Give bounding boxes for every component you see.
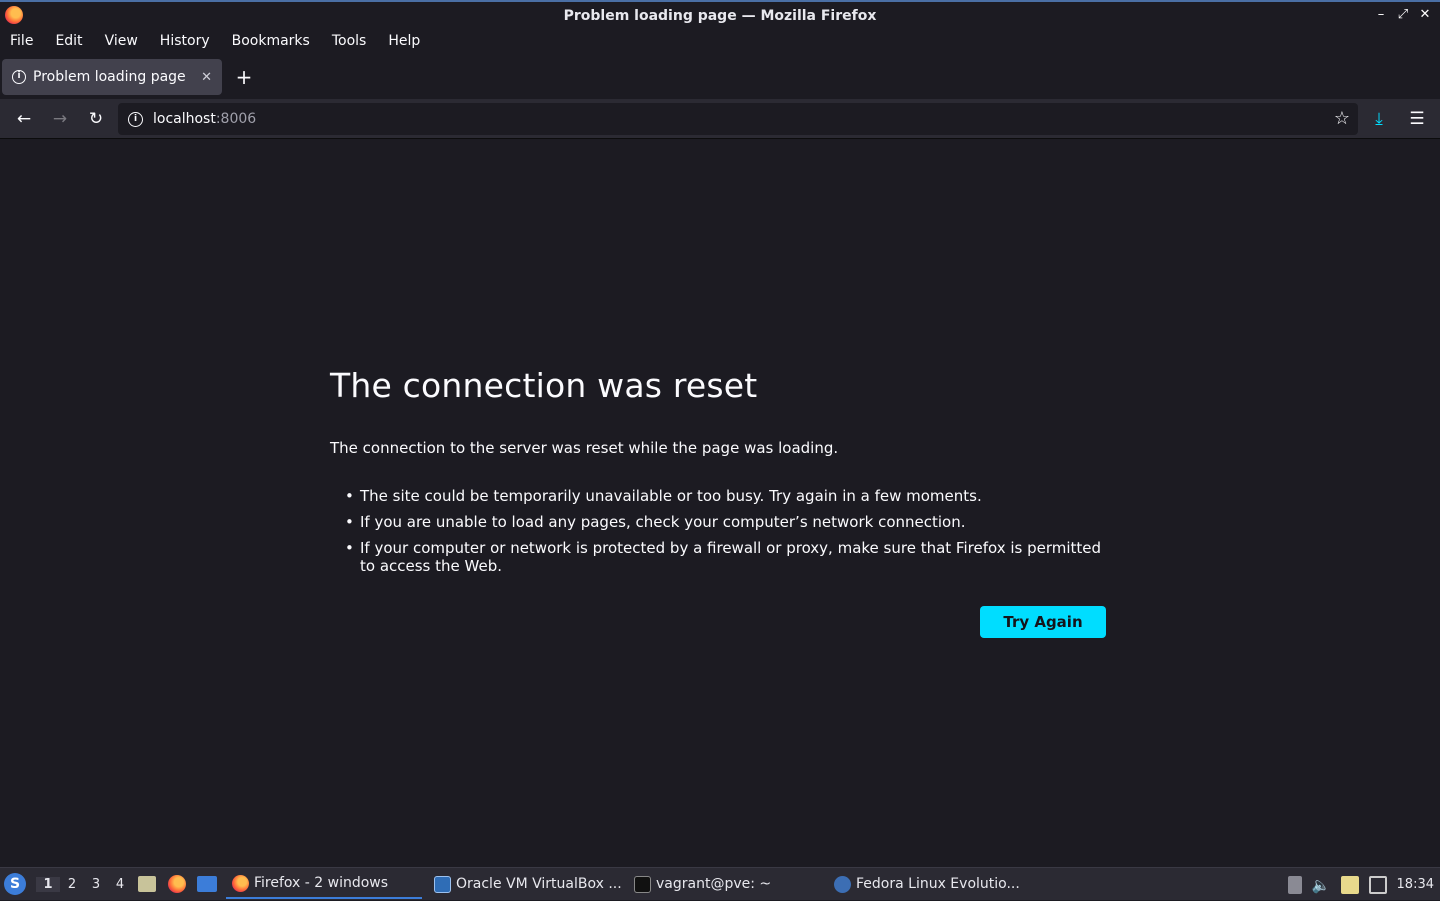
try-again-button[interactable]: Try Again (980, 606, 1106, 638)
close-window-button[interactable]: ✕ (1418, 7, 1432, 23)
task-label: Oracle VM VirtualBox ... (456, 876, 622, 892)
menu-edit[interactable]: Edit (55, 33, 82, 49)
workspace-4[interactable]: 4 (108, 877, 132, 892)
maximize-button[interactable]: ⤢ (1396, 7, 1410, 23)
fedora-icon (834, 875, 851, 893)
workspace-1[interactable]: 1 (36, 876, 60, 892)
url-port: :8006 (215, 111, 257, 127)
window-controls: – ⤢ ✕ (1374, 7, 1432, 23)
workspace-3[interactable]: 3 (84, 877, 108, 892)
task-firefox[interactable]: Firefox - 2 windows (226, 869, 422, 899)
show-desktop-launcher[interactable] (195, 873, 219, 895)
tab-strip: i Problem loading page ✕ + (0, 58, 1440, 96)
firefox-logo-icon (5, 6, 23, 24)
task-label: Fedora Linux Evolutio... (856, 876, 1020, 892)
volume-icon[interactable]: 🔈 (1312, 876, 1331, 894)
downloads-icon[interactable]: ⤓ (1364, 103, 1394, 135)
error-suggestions: The site could be temporarily unavailabl… (330, 487, 1106, 575)
bookmark-star-icon[interactable]: ☆ (1334, 108, 1350, 129)
menu-tools[interactable]: Tools (332, 33, 367, 49)
task-fedora[interactable]: Fedora Linux Evolutio... (828, 869, 1028, 899)
minimize-button[interactable]: – (1374, 7, 1388, 23)
menu-history[interactable]: History (160, 33, 210, 49)
system-tray: 🔈 18:34 (1287, 868, 1440, 901)
task-label: vagrant@pve: ~ (656, 876, 772, 892)
menu-bookmarks[interactable]: Bookmarks (232, 33, 310, 49)
suggestion-item: The site could be temporarily unavailabl… (345, 487, 1106, 505)
menubar: File Edit View History Bookmarks Tools H… (0, 30, 1440, 52)
menu-file[interactable]: File (10, 33, 33, 49)
toolbar-right-buttons: ⤓ ☰ (1364, 103, 1432, 135)
file-manager-icon (138, 876, 156, 892)
virtualbox-icon (434, 875, 451, 893)
suggestion-item: If your computer or network is protected… (345, 539, 1106, 575)
error-description: The connection to the server was reset w… (330, 439, 839, 457)
page-content: The connection was reset The connection … (0, 140, 1440, 867)
reload-button[interactable]: ↻ (78, 103, 114, 135)
app-menu-icon[interactable]: ☰ (1402, 103, 1432, 135)
navigation-toolbar: ← → ↻ i localhost:8006 ☆ ⤓ ☰ (0, 99, 1440, 139)
tab-label: Problem loading page (33, 69, 186, 85)
start-menu-icon[interactable]: S (4, 873, 26, 895)
file-manager-launcher[interactable] (135, 873, 159, 895)
battery-icon[interactable] (1287, 875, 1302, 894)
url-host: localhost (153, 111, 216, 127)
back-button[interactable]: ← (6, 103, 42, 135)
new-tab-button[interactable]: + (229, 65, 259, 89)
window-title: Problem loading page — Mozilla Firefox (563, 8, 877, 24)
workspace-2[interactable]: 2 (60, 877, 84, 892)
firefox-launcher[interactable] (165, 873, 189, 895)
menu-view[interactable]: View (105, 33, 138, 49)
suggestion-item: If you are unable to load any pages, che… (345, 513, 1106, 531)
firefox-icon (168, 875, 186, 893)
forward-button[interactable]: → (42, 103, 78, 135)
terminal-icon (634, 875, 651, 893)
error-container: The connection was reset The connection … (330, 366, 1106, 638)
taskbar: S 1 2 3 4 Firefox - 2 windows Oracle VM … (0, 867, 1440, 900)
tab-problem-loading-page[interactable]: i Problem loading page ✕ (2, 59, 222, 95)
site-info-icon[interactable]: i (128, 111, 143, 127)
desktop-icon (197, 876, 217, 892)
menu-help[interactable]: Help (388, 33, 420, 49)
clock[interactable]: 18:34 (1397, 877, 1434, 892)
notes-icon[interactable] (1340, 875, 1359, 894)
url-bar[interactable]: i localhost:8006 ☆ (118, 103, 1358, 135)
close-tab-icon[interactable]: ✕ (201, 70, 212, 85)
info-icon: i (12, 70, 26, 84)
window-titlebar: Problem loading page — Mozilla Firefox –… (0, 0, 1440, 30)
task-terminal[interactable]: vagrant@pve: ~ (628, 869, 828, 899)
task-label: Firefox - 2 windows (254, 875, 389, 891)
error-title: The connection was reset (330, 366, 758, 405)
network-icon[interactable] (1368, 875, 1387, 894)
firefox-icon (232, 874, 249, 892)
task-virtualbox[interactable]: Oracle VM VirtualBox ... (428, 869, 628, 899)
